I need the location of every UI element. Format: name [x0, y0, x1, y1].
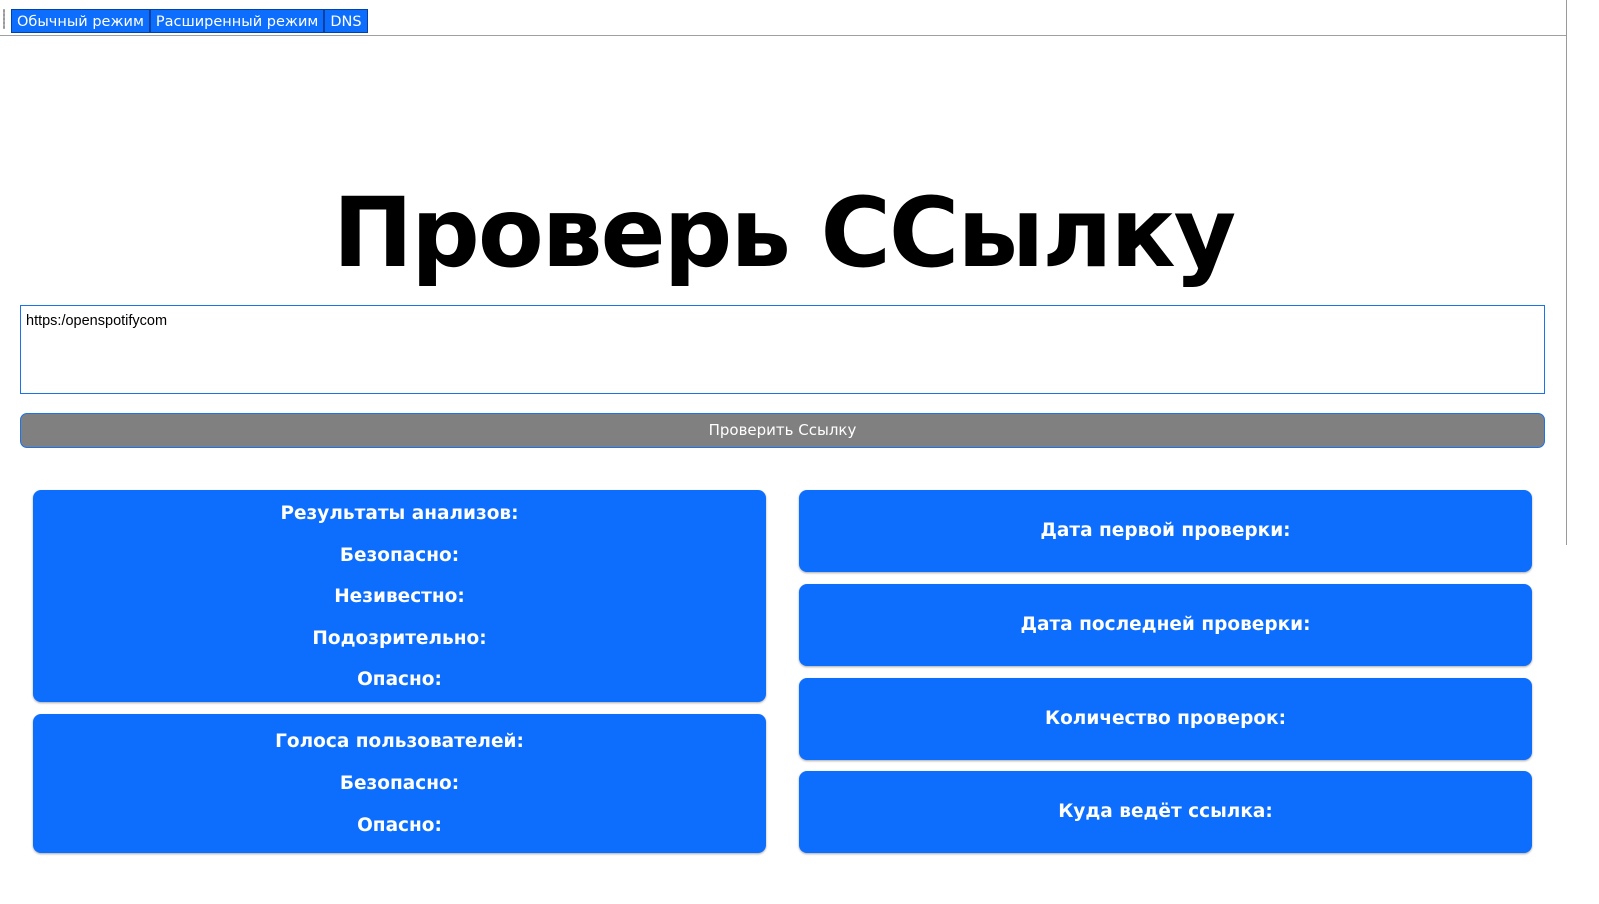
url-input[interactable]: https:/openspotifycom [20, 305, 1545, 394]
last-check-date-panel: Дата последней проверки: [799, 584, 1532, 666]
tab-dns[interactable]: DNS [324, 9, 368, 33]
analysis-results-title: Результаты анализов: [280, 503, 519, 524]
link-destination-label: Куда ведёт ссылка: [1058, 801, 1273, 822]
tab-normal-mode[interactable]: Обычный режим [11, 9, 150, 33]
last-check-date-label: Дата последней проверки: [1020, 614, 1311, 635]
check-count-label: Количество проверок: [1044, 708, 1287, 729]
link-destination-panel: Куда ведёт ссылка: [799, 771, 1532, 853]
analysis-safe-label: Безопасно: [339, 544, 460, 566]
check-count-panel: Количество проверок: [799, 678, 1532, 760]
user-votes-title: Голоса пользователей: [275, 731, 524, 752]
mode-tabs: Обычный режим Расширенный режим DNS [11, 9, 368, 33]
tab-advanced-mode[interactable]: Расширенный режим [149, 9, 325, 33]
analysis-unknown-label: Незивестно: [334, 586, 465, 607]
analysis-results-panel: Результаты анализов: Безопасно: Незивест… [33, 490, 766, 702]
user-votes-panel: Голоса пользователей: Безопасно: Опасно: [33, 714, 766, 853]
toolbar-grip-icon[interactable] [3, 9, 5, 29]
app-logo: Проверь ССылку [332, 177, 1236, 289]
mode-tab-bar: Обычный режим Расширенный режим DNS [0, 0, 1567, 36]
votes-dangerous-label: Опасно: [357, 815, 442, 836]
check-link-button[interactable]: Проверить Ссылку [20, 413, 1545, 448]
first-check-date-label: Дата первой проверки: [1040, 520, 1291, 541]
votes-safe-label: Безопасно: [339, 773, 460, 794]
analysis-dangerous-label: Опасно: [357, 669, 442, 690]
first-check-date-panel: Дата первой проверки: [799, 490, 1532, 572]
analysis-suspicious-label: Подозрительно: [312, 627, 487, 649]
